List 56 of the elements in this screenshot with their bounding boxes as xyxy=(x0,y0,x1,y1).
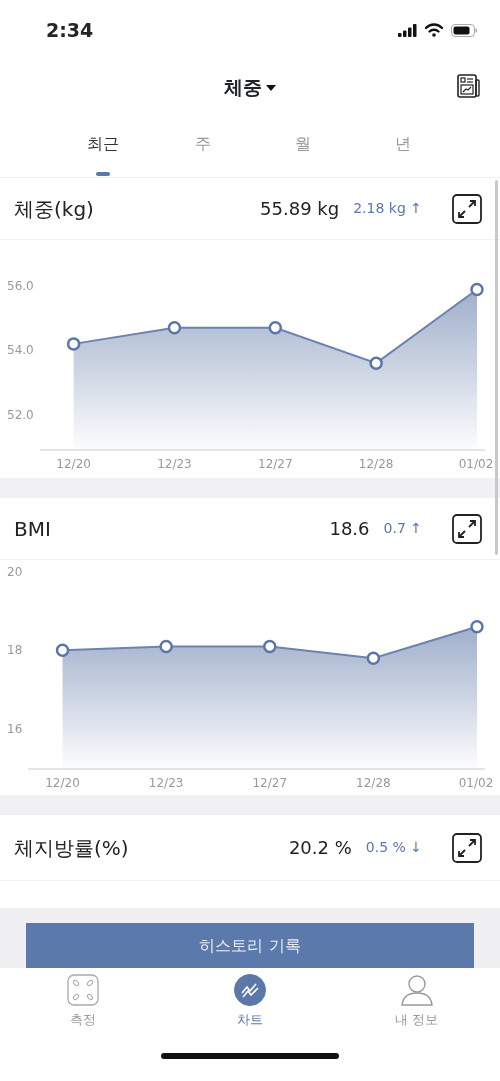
data-point xyxy=(470,282,484,297)
y-tick-label: 16 xyxy=(7,721,23,736)
data-point xyxy=(470,620,484,634)
status-time: 2:34 xyxy=(46,17,94,43)
expand-icon[interactable] xyxy=(452,513,482,544)
data-point xyxy=(268,321,283,335)
metric-value: 20.2 % xyxy=(288,836,352,860)
metric-title: 체지방률(%) xyxy=(14,834,129,862)
x-tick-label: 12/23 xyxy=(157,457,192,471)
title-dropdown[interactable]: 체중 xyxy=(224,73,276,102)
data-point xyxy=(366,651,381,665)
metric-value: 18.6 xyxy=(329,517,370,541)
y-tick-label: 52.0 xyxy=(7,407,34,422)
y-tick-label: 18 xyxy=(7,643,23,658)
x-tick-label: 12/28 xyxy=(358,457,394,471)
signal-icon xyxy=(398,23,417,37)
change-value: 0.7 ↑ xyxy=(383,519,422,538)
x-tick-label: 12/20 xyxy=(56,457,91,471)
chart-icon xyxy=(234,974,266,1006)
period-tab[interactable]: 월 xyxy=(252,115,353,178)
wifi-icon xyxy=(425,23,443,37)
y-tick-label: 56.0 xyxy=(7,279,34,293)
y-tick-label: 54.0 xyxy=(7,343,34,358)
period-tab[interactable]: 년 xyxy=(352,115,453,178)
change-value: 2.18 kg ↑ xyxy=(353,199,422,218)
expand-icon[interactable] xyxy=(452,193,482,224)
change-value: 0.5 % ↓ xyxy=(365,838,422,857)
x-tick-label: 12/20 xyxy=(45,776,80,790)
nav-tab[interactable]: 측정 xyxy=(0,968,167,1038)
history-button[interactable]: 히스토리 기록 xyxy=(26,923,474,968)
x-tick-label: 01/02 xyxy=(458,776,494,790)
data-point xyxy=(55,643,70,658)
data-point xyxy=(159,639,173,654)
data-point xyxy=(66,337,81,351)
period-tab[interactable]: 주 xyxy=(152,115,253,178)
data-point xyxy=(369,356,383,370)
data-point xyxy=(263,639,277,654)
scale-icon xyxy=(67,974,100,1006)
x-tick-label: 12/27 xyxy=(252,776,288,790)
period-tab[interactable]: 최근 xyxy=(52,115,153,178)
data-point xyxy=(167,321,182,335)
nav-tab[interactable]: 차트 xyxy=(166,968,334,1038)
x-tick-label: 12/27 xyxy=(258,457,293,471)
y-tick-label: 20 xyxy=(7,565,23,579)
nav-tab[interactable]: 내 정보 xyxy=(333,968,500,1038)
caret-icon xyxy=(266,84,276,91)
metric-value: 55.89 kg xyxy=(260,197,340,221)
expand-icon[interactable] xyxy=(452,832,482,863)
x-tick-label: 12/28 xyxy=(356,776,391,790)
metric-title: BMI xyxy=(14,515,51,543)
x-tick-label: 12/23 xyxy=(148,776,184,790)
report-icon[interactable] xyxy=(457,74,480,98)
battery-icon xyxy=(451,23,478,37)
x-tick-label: 01/02 xyxy=(458,457,494,471)
metric-title: 체중(kg) xyxy=(14,195,94,223)
person-icon xyxy=(400,974,433,1006)
